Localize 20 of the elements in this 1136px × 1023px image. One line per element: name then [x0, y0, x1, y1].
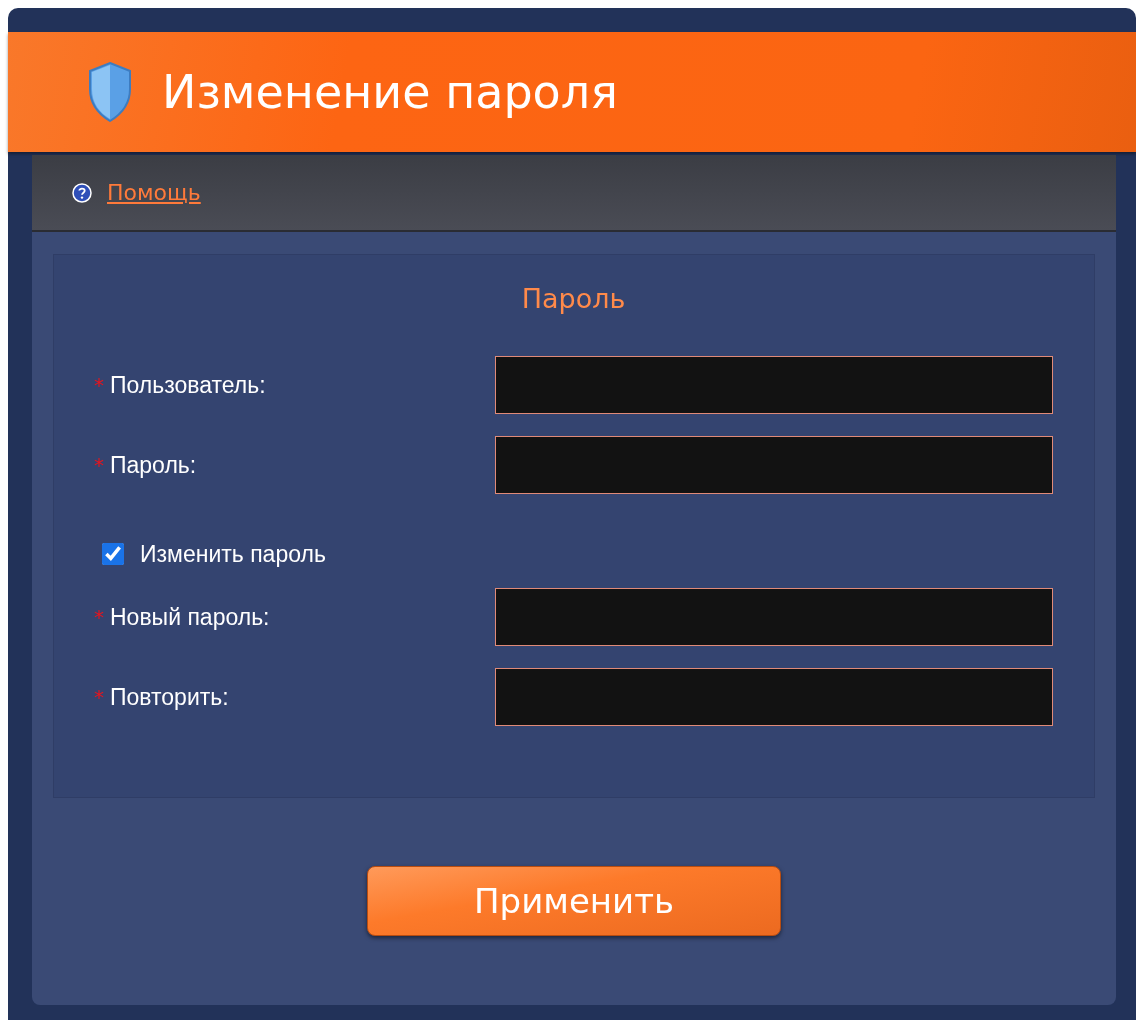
checkbox-label: Изменить пароль	[140, 540, 326, 568]
apply-button[interactable]: Применить	[367, 866, 781, 936]
input-field[interactable]	[495, 588, 1053, 646]
section-title: Пароль	[520, 283, 627, 314]
input-field[interactable]	[495, 356, 1053, 414]
required-mark: *	[94, 685, 104, 709]
field-label: Новый пароль:	[110, 603, 270, 631]
input-field[interactable]	[495, 668, 1053, 726]
field-label: Повторить:	[110, 683, 229, 711]
checkbox[interactable]	[102, 543, 124, 565]
required-mark: *	[94, 453, 104, 477]
window-title: Изменение пароля	[162, 65, 618, 119]
help-link[interactable]: Помощь	[107, 180, 201, 205]
required-mark: *	[94, 373, 104, 397]
shield-icon	[86, 61, 134, 123]
field-label: Пользователь:	[110, 371, 266, 399]
required-mark: *	[94, 605, 104, 629]
field-label: Пароль:	[110, 451, 197, 479]
input-field[interactable]	[495, 436, 1053, 494]
help-icon	[72, 182, 92, 203]
